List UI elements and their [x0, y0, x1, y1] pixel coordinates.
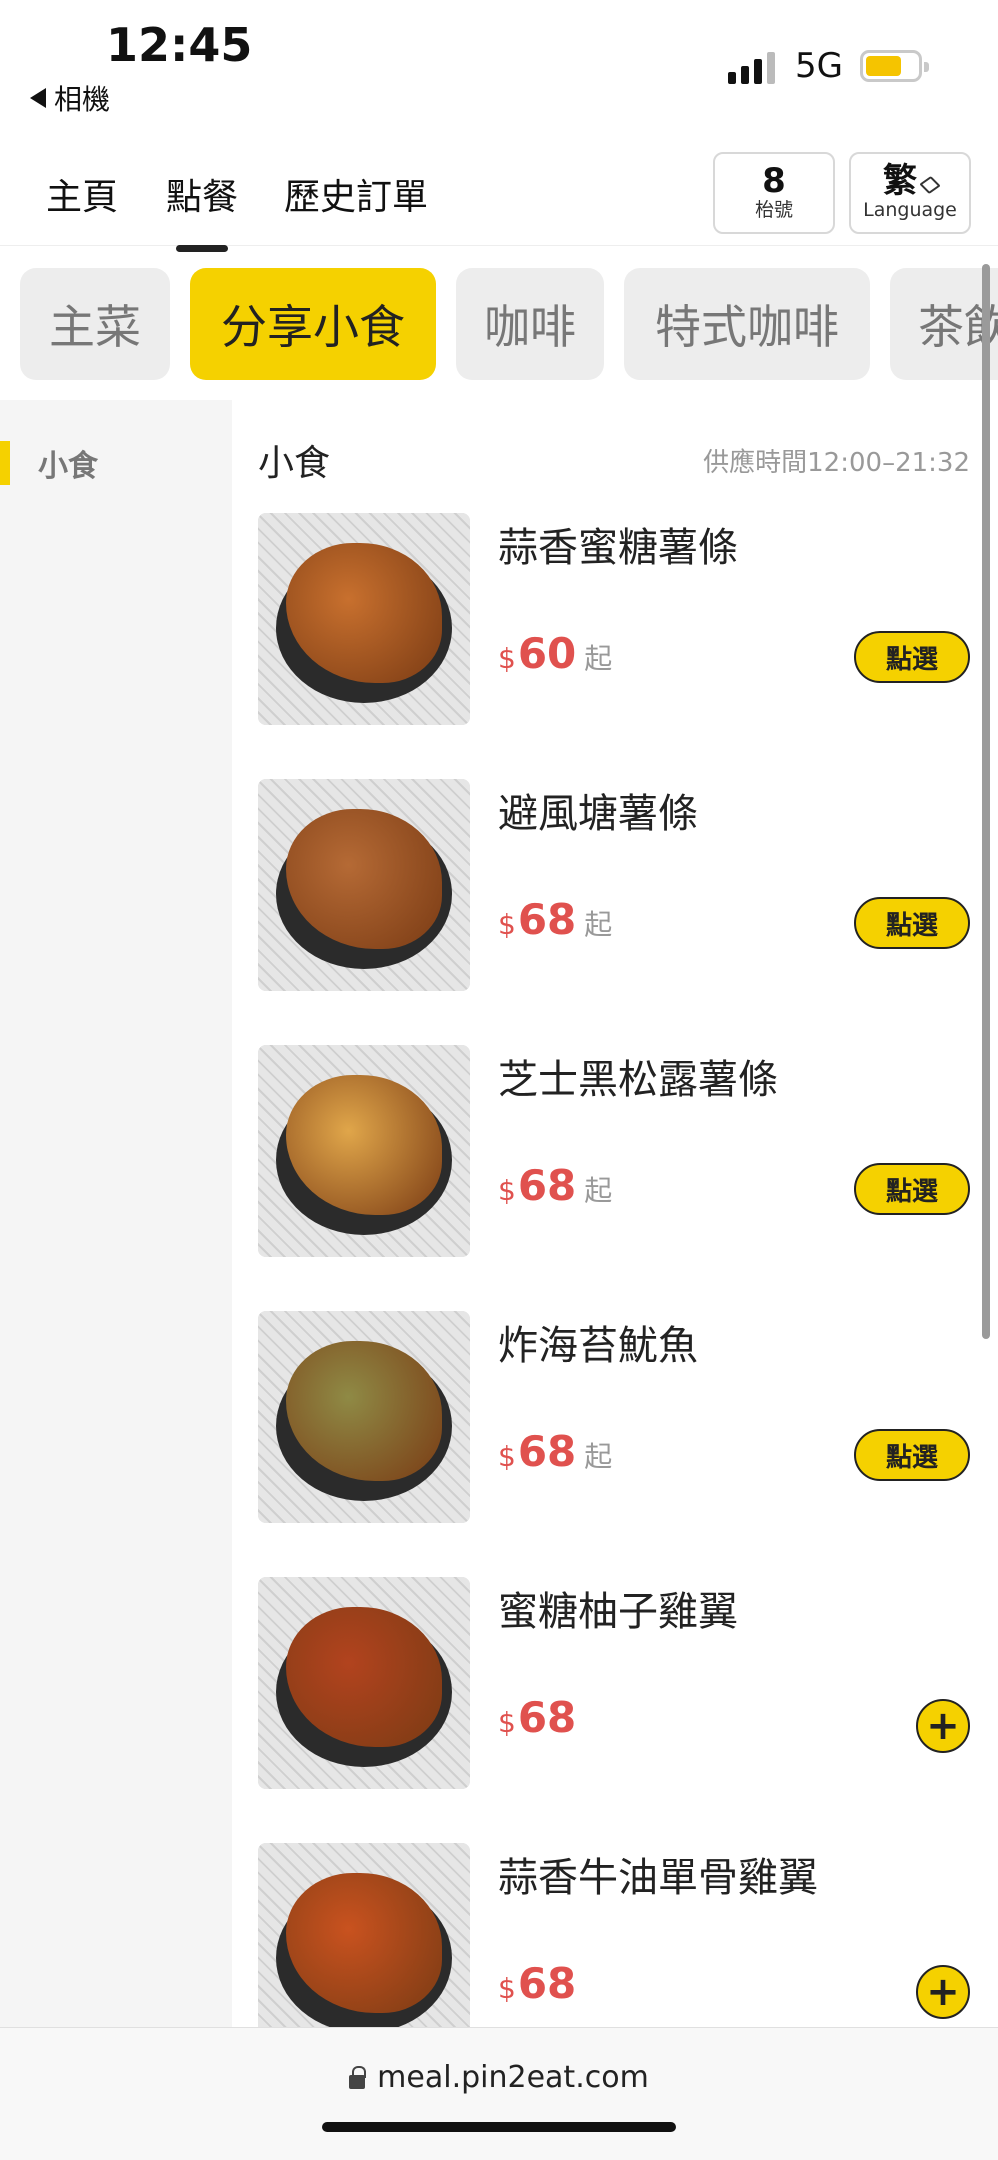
- sidebar-item-snacks[interactable]: 小食: [0, 438, 232, 488]
- price-from-label: 起: [584, 1174, 613, 1207]
- menu-item[interactable]: 蜜糖柚子雞翼 $68 +: [258, 1577, 970, 1791]
- dish-price: $68: [498, 1959, 576, 2008]
- dish-photo[interactable]: [258, 1577, 470, 1789]
- category-sharing-snacks[interactable]: 分享小食: [190, 268, 436, 380]
- price-from-label: 起: [584, 1440, 613, 1473]
- currency-symbol: $: [498, 1972, 516, 2005]
- back-to-camera-link[interactable]: 相機: [30, 78, 110, 118]
- battery-icon: [860, 50, 929, 82]
- price-from-label: 起: [584, 642, 613, 675]
- price-amount: 68: [517, 1427, 577, 1476]
- url-text: meal.pin2eat.com: [377, 2060, 649, 2095]
- dish-price: $60 起: [498, 629, 612, 678]
- currency-symbol: $: [498, 1174, 516, 1207]
- top-nav: 主頁 點餐 歷史訂單 8 枱號 繁 Language: [0, 140, 998, 246]
- price-amount: 68: [517, 1161, 577, 1210]
- menu-item[interactable]: 避風塘薯條 $68 起 點選: [258, 779, 970, 993]
- tab-order-history[interactable]: 歷史訂單: [284, 168, 428, 220]
- table-number-label: 枱號: [754, 199, 793, 222]
- currency-symbol: $: [498, 1440, 516, 1473]
- dish-price: $68: [498, 1693, 576, 1742]
- dish-name: 避風塘薯條: [498, 791, 698, 837]
- currency-symbol: $: [498, 1706, 516, 1739]
- battery-level: [866, 56, 901, 76]
- menu-item[interactable]: 炸海苔魷魚 $68 起 點選: [258, 1311, 970, 1525]
- language-button[interactable]: 繁 Language: [849, 152, 971, 234]
- category-bar: 主菜 分享小食 咖啡 特式咖啡 茶飲: [0, 246, 998, 400]
- select-options-button[interactable]: 點選: [854, 631, 970, 683]
- dish-name: 蒜香蜜糖薯條: [498, 525, 738, 571]
- select-options-button[interactable]: 點選: [854, 1429, 970, 1481]
- dish-price: $68 起: [498, 895, 612, 944]
- dish-photo[interactable]: [258, 513, 470, 725]
- category-coffee[interactable]: 咖啡: [456, 268, 604, 380]
- status-bar: 12:45 相機 5G: [0, 0, 998, 130]
- price-amount: 68: [517, 895, 577, 944]
- price-amount: 68: [517, 1693, 577, 1742]
- price-from-label: 起: [584, 908, 613, 941]
- dish-name: 蜜糖柚子雞翼: [498, 1589, 738, 1635]
- browser-url-bar[interactable]: meal.pin2eat.com: [0, 2027, 998, 2160]
- battery-nub: [924, 62, 929, 72]
- menu-item[interactable]: 蒜香蜜糖薯條 $60 起 點選: [258, 513, 970, 727]
- menu-list: 小食 供應時間12:00–21:32 蒜香蜜糖薯條 $60 起點選 避風塘薯條 $68 起…: [232, 400, 998, 2027]
- clock: 12:45: [106, 18, 253, 72]
- section-title: 小食: [258, 443, 331, 484]
- sidebar: 小食: [0, 400, 232, 2027]
- category-main-dishes[interactable]: 主菜: [20, 268, 170, 380]
- price-amount: 68: [517, 1959, 577, 2008]
- currency-symbol: $: [498, 908, 516, 941]
- language-char: 繁: [883, 160, 917, 201]
- language-label: Language: [863, 199, 957, 222]
- category-specialty-coffee[interactable]: 特式咖啡: [624, 268, 870, 380]
- add-to-cart-button[interactable]: +: [916, 1699, 970, 1753]
- dish-name: 蒜香牛油單骨雞翼: [498, 1855, 818, 1901]
- signal-icon: [728, 50, 775, 84]
- dish-photo[interactable]: [258, 1045, 470, 1257]
- dish-name: 炸海苔魷魚: [498, 1323, 698, 1369]
- back-triangle-icon: [30, 88, 46, 108]
- serving-time: 供應時間12:00–21:32: [703, 448, 970, 478]
- back-app-label: 相機: [54, 83, 111, 116]
- dish-price: $68 起: [498, 1427, 612, 1476]
- menu-item[interactable]: 蒜香牛油單骨雞翼 $68 +: [258, 1843, 970, 2027]
- dish-photo[interactable]: [258, 1311, 470, 1523]
- dish-photo[interactable]: [258, 1843, 470, 2027]
- home-indicator[interactable]: [322, 2122, 676, 2132]
- select-options-button[interactable]: 點選: [854, 897, 970, 949]
- tab-order[interactable]: 點餐: [166, 168, 238, 220]
- active-indicator: [0, 441, 10, 485]
- table-number-button[interactable]: 8 枱號: [713, 152, 835, 234]
- pencil-icon: [919, 175, 941, 194]
- select-options-button[interactable]: 點選: [854, 1163, 970, 1215]
- dish-name: 芝士黑松露薯條: [498, 1057, 778, 1103]
- dish-photo[interactable]: [258, 779, 470, 991]
- sidebar-item-label: 小食: [38, 449, 98, 484]
- scrollbar[interactable]: [982, 264, 990, 1339]
- network-type: 5G: [795, 46, 843, 86]
- price-amount: 60: [517, 629, 577, 678]
- table-number: 8: [762, 160, 786, 201]
- menu-item[interactable]: 芝士黑松露薯條 $68 起 點選: [258, 1045, 970, 1259]
- dish-price: $68 起: [498, 1161, 612, 1210]
- lock-icon: [349, 2065, 367, 2089]
- add-to-cart-button[interactable]: +: [916, 1965, 970, 2019]
- currency-symbol: $: [498, 642, 516, 675]
- tab-home[interactable]: 主頁: [46, 168, 118, 220]
